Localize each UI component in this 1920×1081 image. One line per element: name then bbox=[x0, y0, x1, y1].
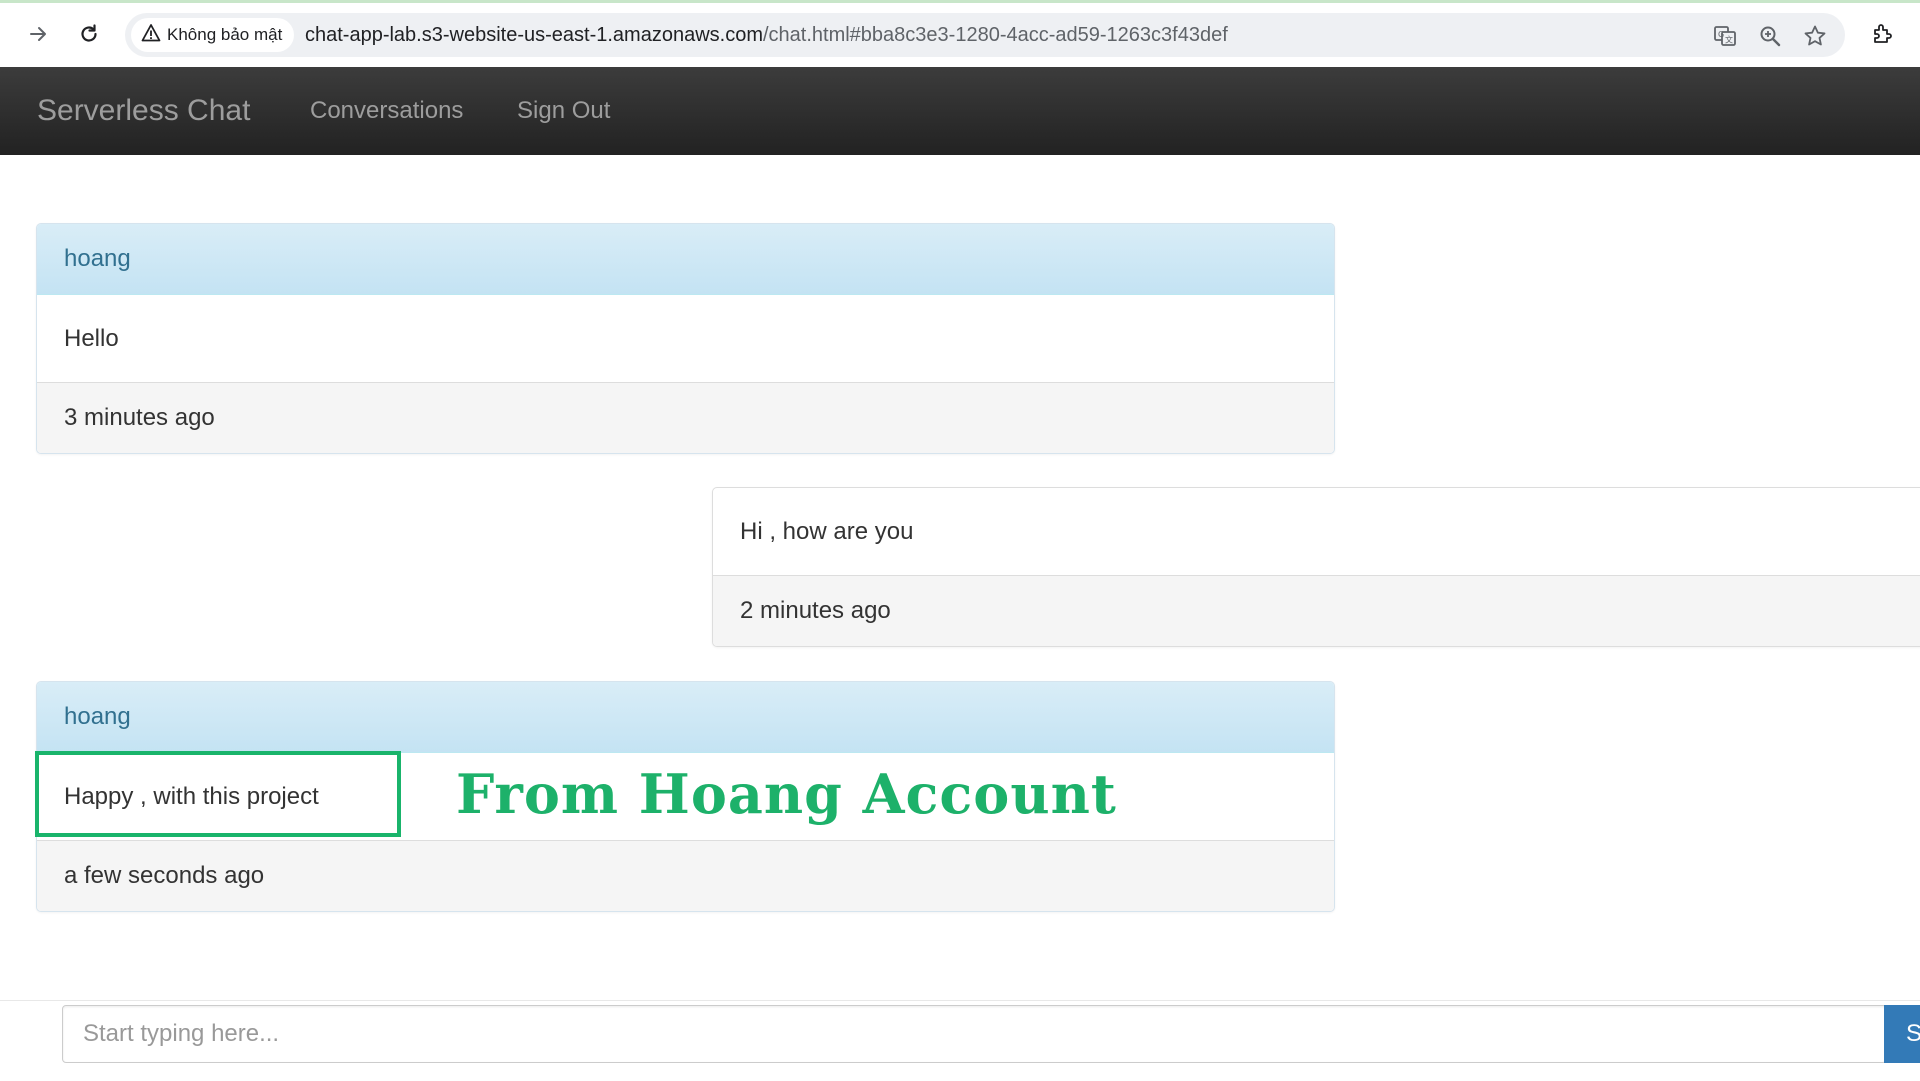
forward-icon[interactable] bbox=[22, 17, 56, 51]
message-panel-own: Hi , how are you 2 minutes ago bbox=[712, 487, 1920, 647]
nav-sign-out[interactable]: Sign Out bbox=[517, 67, 610, 155]
browser-toolbar: Không bảo mật chat-app-lab.s3-website-us… bbox=[0, 0, 1920, 67]
translate-icon[interactable]: G文 bbox=[1711, 22, 1739, 50]
url-path: /chat.html#bba8c3e3-1280-4acc-ad59-1263c… bbox=[762, 24, 1228, 46]
annotation-label: From Hoang Account bbox=[456, 762, 1117, 826]
reload-icon[interactable] bbox=[72, 17, 106, 51]
bookmark-star-icon[interactable] bbox=[1801, 22, 1829, 50]
composer: S bbox=[0, 1000, 1920, 1081]
message-time: 3 minutes ago bbox=[37, 383, 1334, 453]
message-time: a few seconds ago bbox=[37, 841, 1334, 911]
address-bar[interactable]: Không bảo mật chat-app-lab.s3-website-us… bbox=[125, 13, 1845, 57]
zoom-icon[interactable] bbox=[1756, 22, 1784, 50]
svg-text:文: 文 bbox=[1725, 35, 1733, 45]
brand-link[interactable]: Serverless Chat bbox=[37, 67, 250, 155]
security-label: Không bảo mật bbox=[167, 25, 283, 44]
app-navbar: Serverless Chat Conversations Sign Out bbox=[0, 67, 1920, 155]
nav-conversations[interactable]: Conversations bbox=[310, 67, 463, 155]
message-time: 2 minutes ago bbox=[713, 576, 1920, 646]
svg-text:G: G bbox=[1718, 30, 1724, 39]
send-button[interactable]: S bbox=[1884, 1005, 1920, 1063]
message-sender: hoang bbox=[37, 224, 1334, 295]
extensions-icon[interactable] bbox=[1866, 17, 1900, 51]
message-text: Hello bbox=[37, 295, 1334, 383]
highlight-box bbox=[35, 751, 401, 837]
message-panel: hoang Hello 3 minutes ago bbox=[36, 223, 1335, 454]
url-text[interactable]: chat-app-lab.s3-website-us-east-1.amazon… bbox=[305, 13, 1228, 57]
security-chip[interactable]: Không bảo mật bbox=[131, 18, 295, 52]
message-sender: hoang bbox=[37, 682, 1334, 753]
message-text: Hi , how are you bbox=[713, 488, 1920, 576]
message-input[interactable] bbox=[62, 1005, 1887, 1063]
url-host: chat-app-lab.s3-website-us-east-1.amazon… bbox=[305, 24, 763, 46]
warning-icon bbox=[141, 23, 161, 48]
